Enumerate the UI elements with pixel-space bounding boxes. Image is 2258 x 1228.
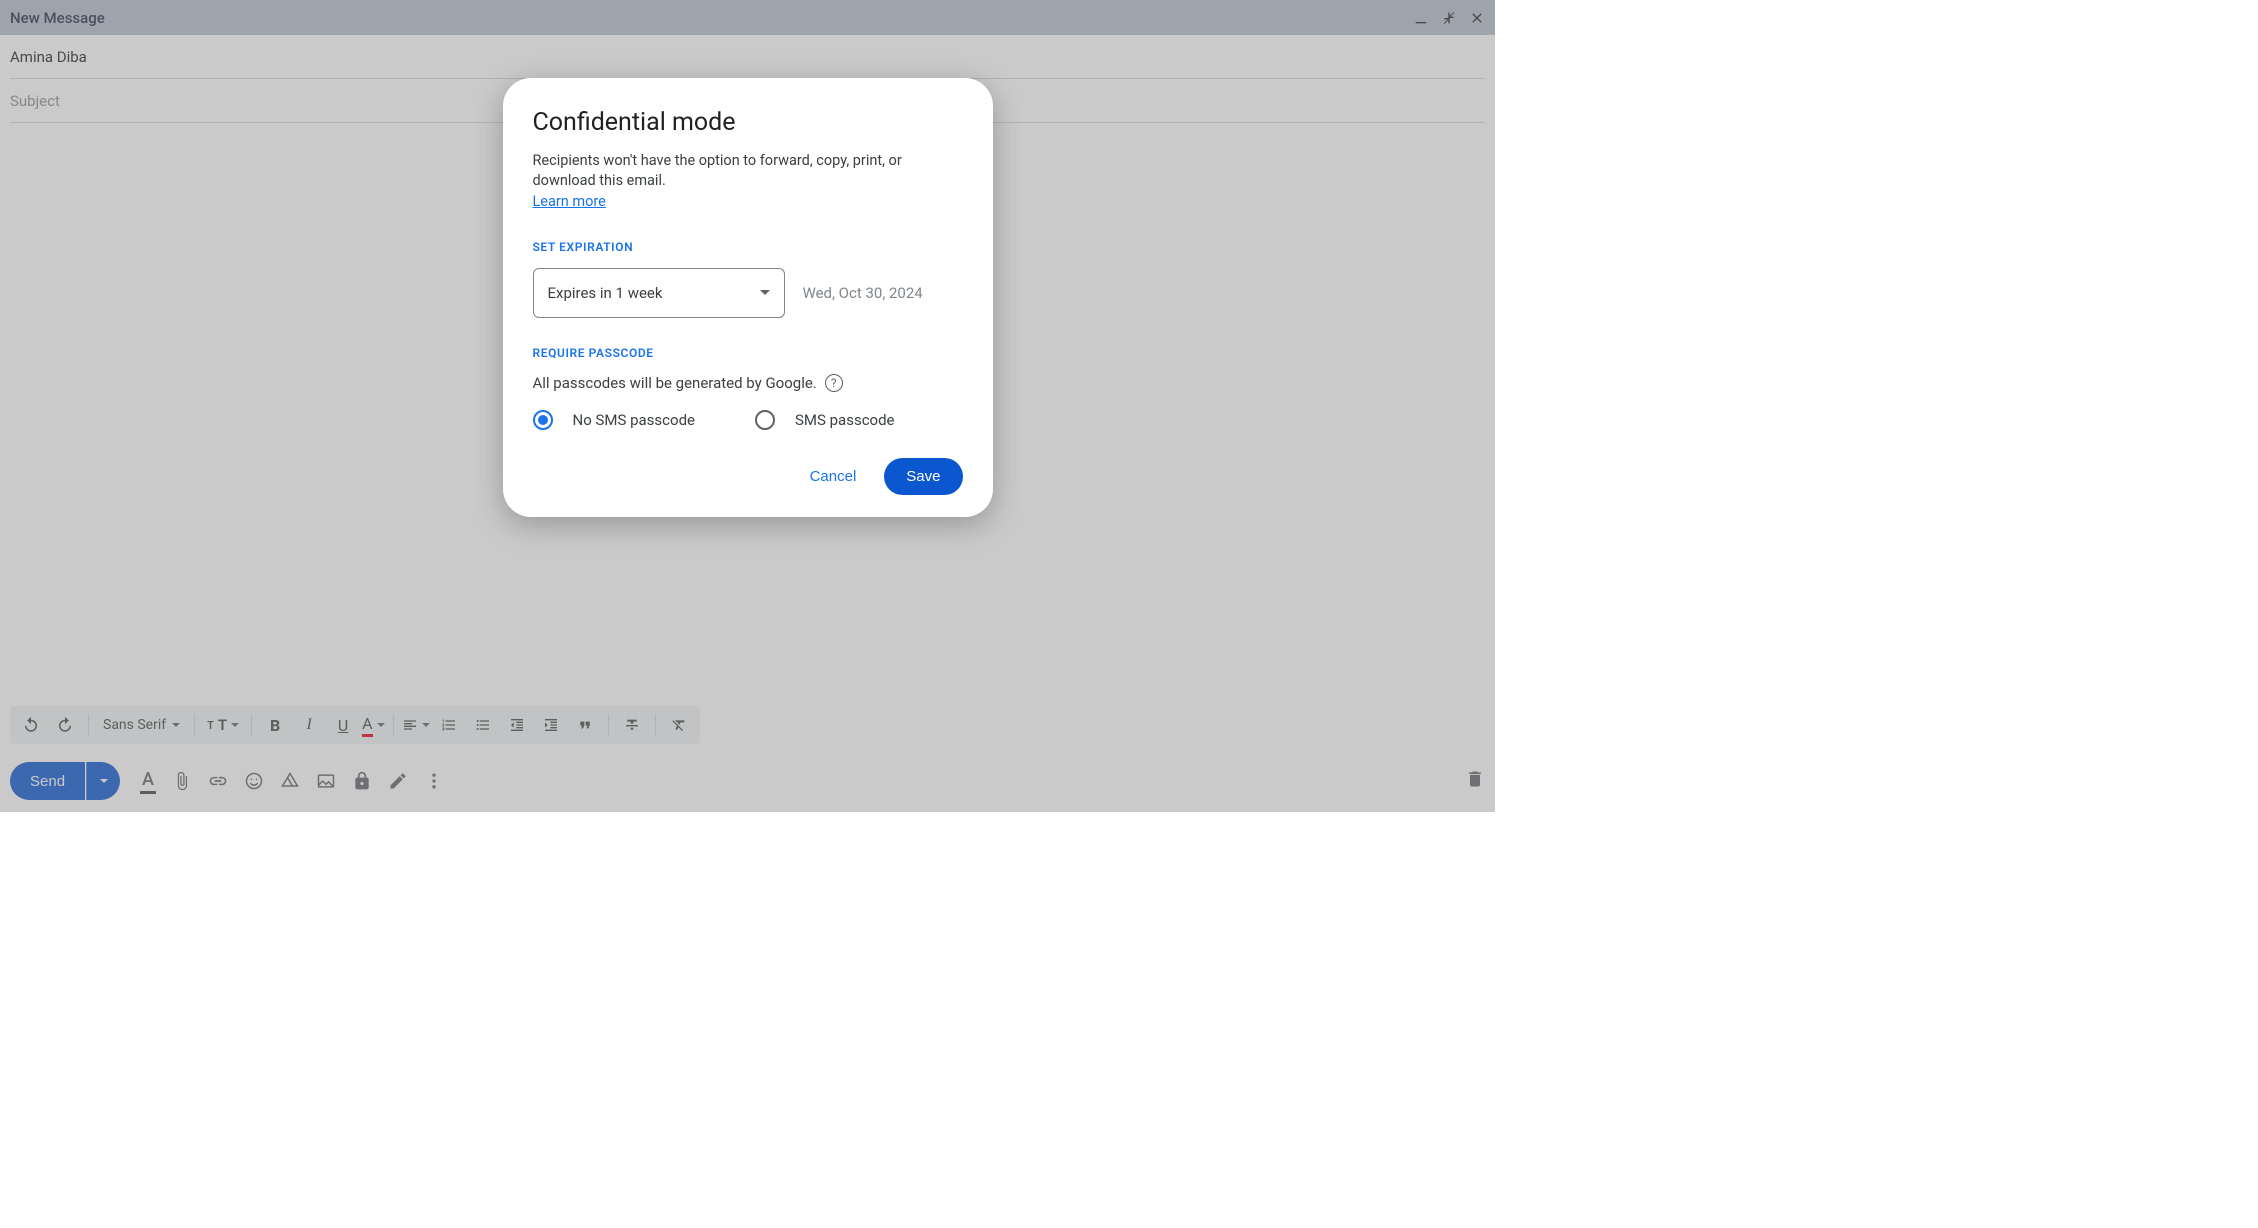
require-passcode-label: REQUIRE PASSCODE: [533, 346, 963, 360]
chevron-down-icon: [760, 290, 770, 295]
expiration-date: Wed, Oct 30, 2024: [803, 284, 923, 302]
expiration-selected-value: Expires in 1 week: [548, 284, 663, 302]
learn-more-link[interactable]: Learn more: [533, 193, 606, 210]
save-button[interactable]: Save: [884, 458, 962, 495]
help-icon[interactable]: ?: [825, 374, 843, 392]
radio-sms[interactable]: SMS passcode: [755, 410, 895, 430]
radio-input-unchecked: [755, 410, 775, 430]
confidential-mode-dialog: Confidential mode Recipients won't have …: [503, 78, 993, 517]
dialog-title: Confidential mode: [533, 108, 963, 137]
radio-input-checked: [533, 410, 553, 430]
expiration-select[interactable]: Expires in 1 week: [533, 268, 785, 318]
set-expiration-label: SET EXPIRATION: [533, 240, 963, 254]
cancel-button[interactable]: Cancel: [792, 458, 875, 495]
passcode-note: All passcodes will be generated by Googl…: [533, 374, 963, 392]
dialog-description: Recipients won't have the option to forw…: [533, 151, 963, 212]
radio-no-sms[interactable]: No SMS passcode: [533, 410, 696, 430]
